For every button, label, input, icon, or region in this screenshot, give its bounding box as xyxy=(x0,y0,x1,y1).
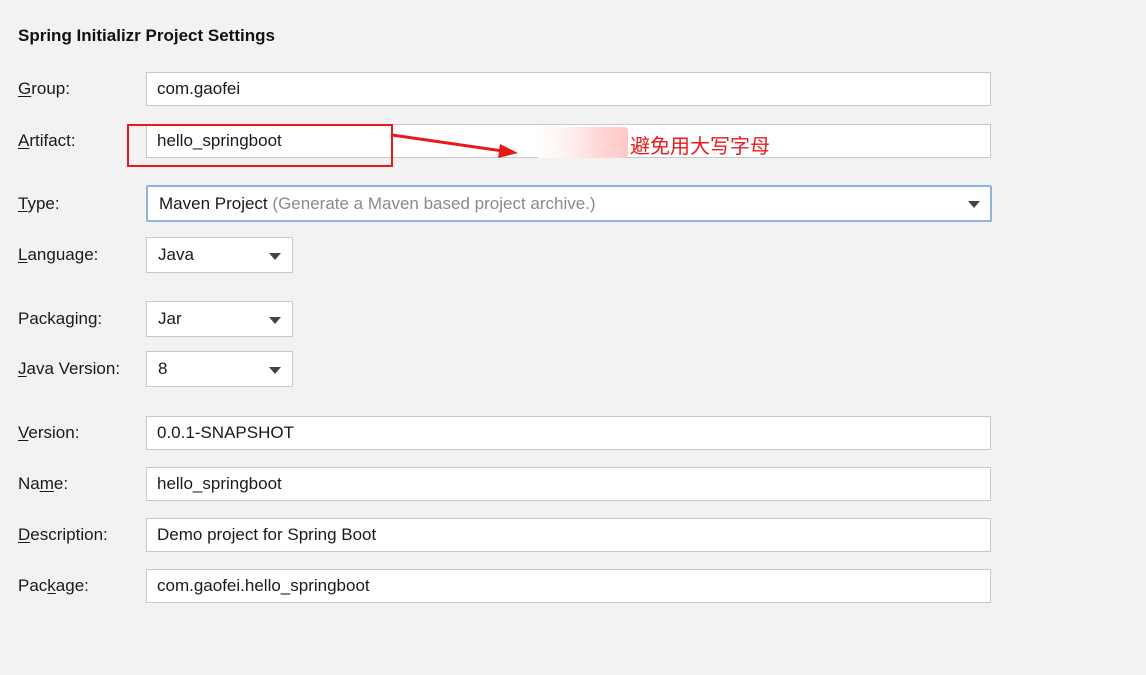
chevron-down-icon xyxy=(269,253,281,260)
page-title: Spring Initializr Project Settings xyxy=(18,26,275,45)
language-select[interactable]: Java xyxy=(146,237,293,273)
chevron-down-icon xyxy=(269,317,281,324)
packaging-value: Jar xyxy=(158,309,182,328)
type-hint: (Generate a Maven based project archive.… xyxy=(272,194,596,213)
version-field[interactable] xyxy=(146,416,991,450)
redacted-blur xyxy=(536,127,628,158)
java-version-value: 8 xyxy=(158,359,168,378)
description-field[interactable] xyxy=(146,518,991,552)
package-label: Package: xyxy=(18,576,89,595)
java-version-label: Java Version: xyxy=(18,359,121,378)
artifact-label: Artifact: xyxy=(18,131,76,150)
annotation-text: 避免用大写字母 xyxy=(630,136,770,158)
type-select[interactable]: Maven Project (Generate a Maven based pr… xyxy=(146,185,992,222)
annotation-arrow-icon xyxy=(391,133,518,158)
package-field[interactable] xyxy=(146,569,991,603)
version-label: Version: xyxy=(18,423,80,442)
language-value: Java xyxy=(158,245,194,264)
type-label: Type: xyxy=(18,194,60,213)
group-label: Group: xyxy=(18,79,70,98)
type-value: Maven Project xyxy=(159,194,268,213)
annotation-highlight-box xyxy=(127,124,393,167)
packaging-select[interactable]: Jar xyxy=(146,301,293,337)
name-field[interactable] xyxy=(146,467,991,501)
name-label: Name: xyxy=(18,474,69,493)
java-version-select[interactable]: 8 xyxy=(146,351,293,387)
chevron-down-icon xyxy=(968,201,980,208)
group-field[interactable] xyxy=(146,72,991,106)
packaging-label: Packaging: xyxy=(18,309,103,328)
language-label: Language: xyxy=(18,245,99,264)
chevron-down-icon xyxy=(269,367,281,374)
description-label: Description: xyxy=(18,525,108,544)
